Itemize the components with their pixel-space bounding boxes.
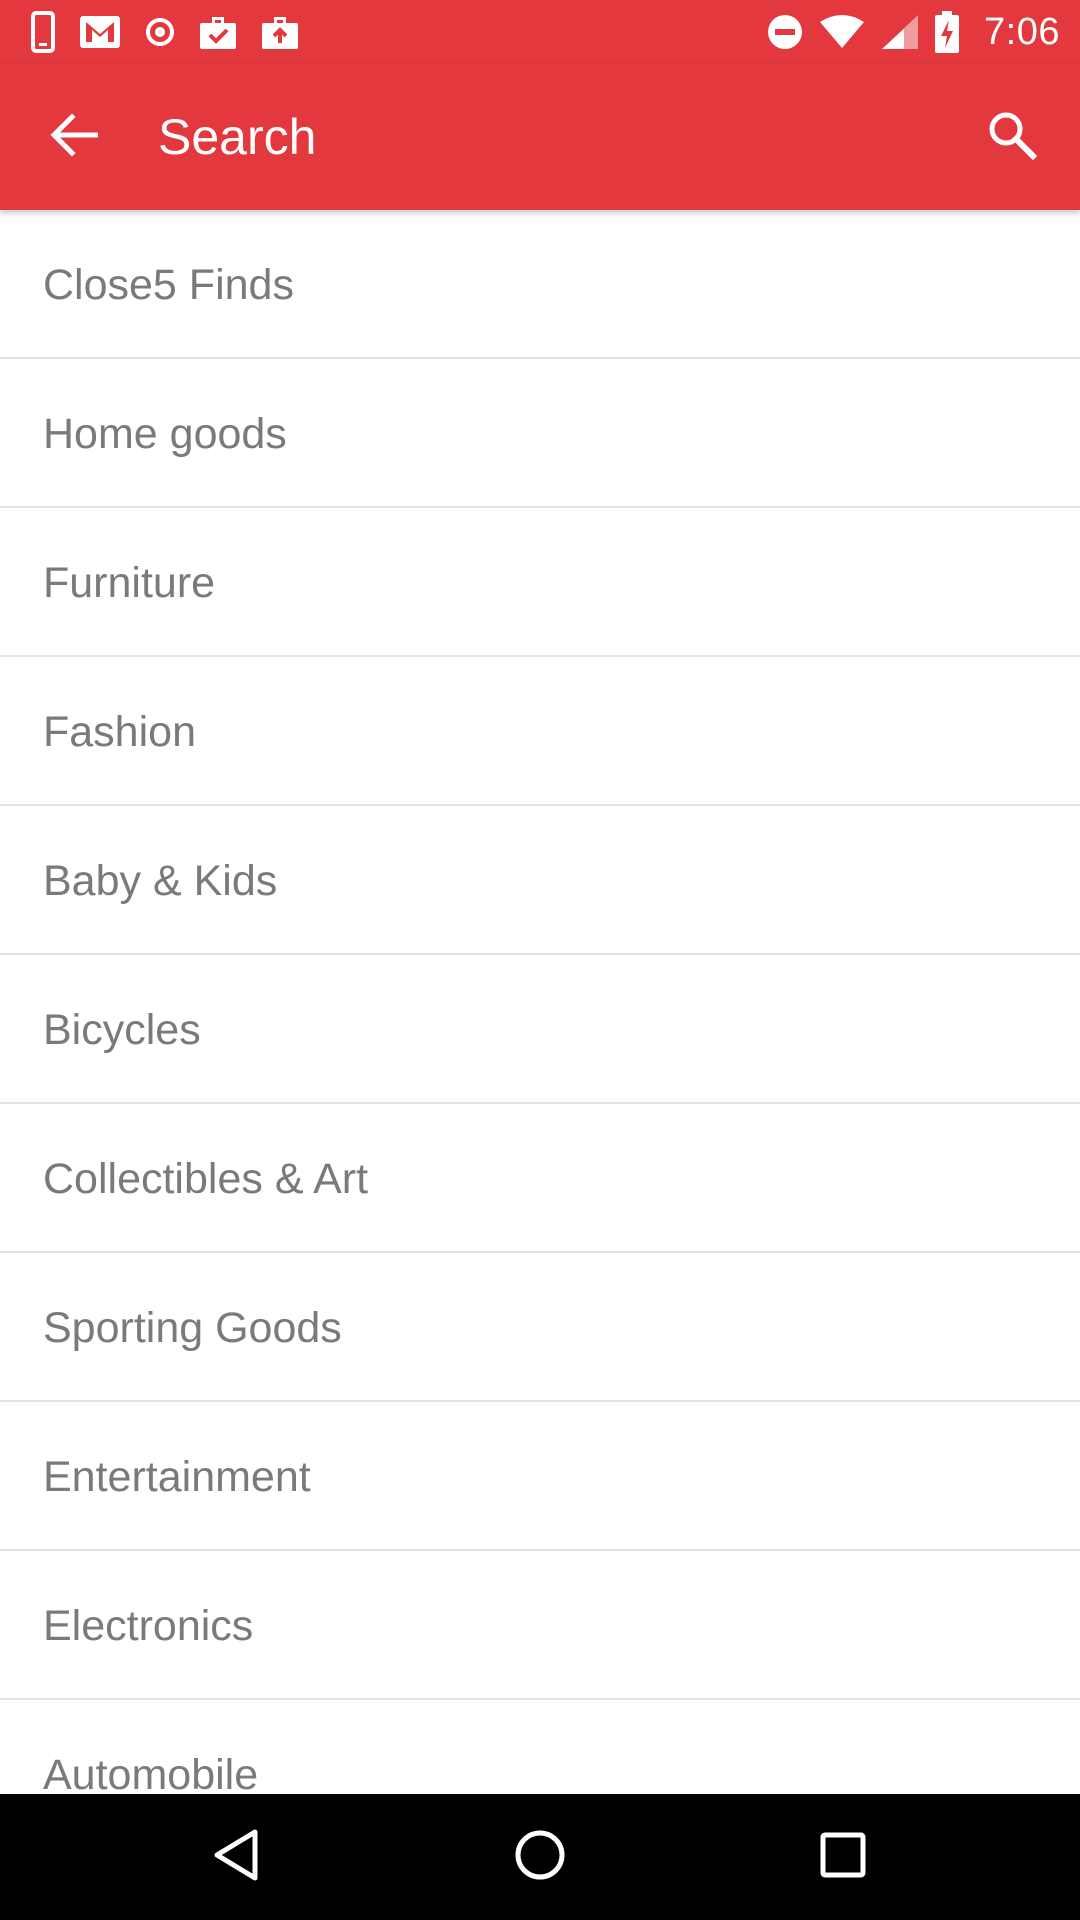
- record-icon: [144, 16, 176, 48]
- nav-back-icon: [213, 1828, 261, 1887]
- category-label: Home goods: [43, 409, 287, 458]
- cell-signal-icon: [880, 13, 920, 51]
- category-item-electronics[interactable]: Electronics: [0, 1551, 1080, 1700]
- category-label: Close5 Finds: [43, 260, 294, 309]
- screen: 7:06 Search Close5 Finds Home goods Furn…: [0, 0, 1080, 1920]
- category-label: Sporting Goods: [43, 1303, 342, 1352]
- category-item-sporting-goods[interactable]: Sporting Goods: [0, 1253, 1080, 1402]
- category-label: Entertainment: [43, 1452, 311, 1501]
- app-bar-title: Search: [158, 109, 317, 165]
- navigation-bar: [0, 1794, 1080, 1920]
- category-item-collectibles-art[interactable]: Collectibles & Art: [0, 1104, 1080, 1253]
- category-label: Electronics: [43, 1601, 254, 1650]
- category-item-close5-finds[interactable]: Close5 Finds: [0, 210, 1080, 359]
- app-bar: Search: [0, 63, 1080, 210]
- category-item-baby-kids[interactable]: Baby & Kids: [0, 806, 1080, 955]
- work-check-icon: [198, 13, 238, 51]
- category-label: Automobile: [43, 1750, 259, 1795]
- category-item-bicycles[interactable]: Bicycles: [0, 955, 1080, 1104]
- nav-back-button[interactable]: [202, 1822, 272, 1892]
- wifi-icon: [818, 14, 866, 50]
- category-list: Close5 Finds Home goods Furniture Fashio…: [0, 210, 1080, 1794]
- category-label: Furniture: [43, 558, 216, 607]
- category-item-automobile[interactable]: Automobile: [0, 1700, 1080, 1795]
- category-item-furniture[interactable]: Furniture: [0, 508, 1080, 657]
- category-item-fashion[interactable]: Fashion: [0, 657, 1080, 806]
- nav-recents-button[interactable]: [808, 1822, 878, 1892]
- work-upload-icon: [260, 13, 300, 51]
- back-button[interactable]: [38, 101, 110, 173]
- category-label: Bicycles: [43, 1005, 201, 1054]
- nav-home-icon: [513, 1828, 567, 1887]
- status-bar: 7:06: [0, 0, 1080, 63]
- phone-icon: [30, 10, 56, 54]
- search-icon: [987, 110, 1038, 165]
- battery-charging-icon: [934, 10, 960, 54]
- nav-recents-icon: [819, 1831, 867, 1884]
- arrow-back-icon: [50, 112, 99, 162]
- search-button[interactable]: [974, 99, 1050, 175]
- nav-home-button[interactable]: [505, 1822, 575, 1892]
- category-item-home-goods[interactable]: Home goods: [0, 359, 1080, 508]
- status-clock: 7:06: [984, 10, 1060, 53]
- category-label: Fashion: [43, 707, 196, 756]
- do-not-disturb-icon: [766, 13, 804, 51]
- category-label: Baby & Kids: [43, 856, 278, 905]
- system-icons: 7:06: [766, 8, 1060, 56]
- category-label: Collectibles & Art: [43, 1154, 369, 1203]
- gmail-icon: [78, 14, 122, 50]
- notification-icons: [30, 10, 300, 54]
- category-item-entertainment[interactable]: Entertainment: [0, 1402, 1080, 1551]
